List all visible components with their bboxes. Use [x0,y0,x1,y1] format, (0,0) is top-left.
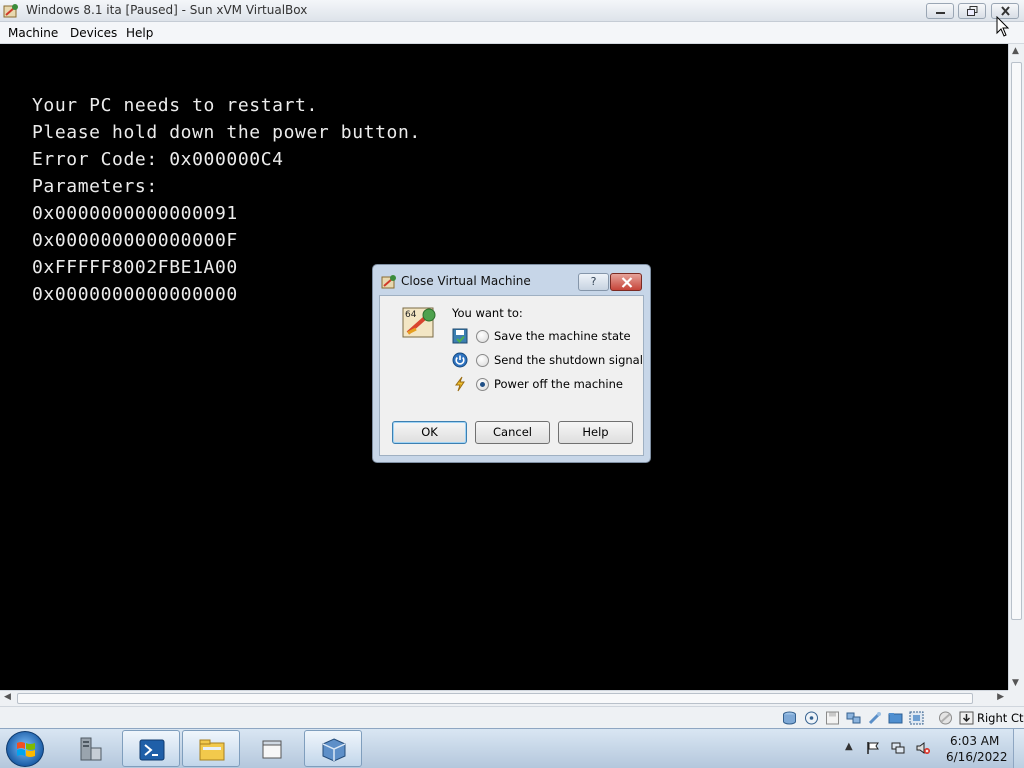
scroll-down-icon[interactable]: ▼ [1012,678,1019,688]
flag-icon[interactable] [866,741,880,755]
file-explorer-icon [199,739,225,761]
scroll-corner [1008,690,1024,706]
vertical-scrollbar[interactable]: ▲ ▼ [1008,44,1024,690]
close-icon [1001,6,1010,16]
horizontal-scrollbar[interactable]: ◀ ▶ [0,690,1008,706]
radio-save-state[interactable] [476,330,489,343]
menu-bar: Machine Devices Help [0,22,1024,44]
shared-folder-icon[interactable] [888,711,903,725]
virtualbox-64bit-icon: 64 [402,307,436,338]
vertical-scroll-thumb[interactable] [1011,62,1022,620]
window-title: Windows 8.1 ita [Paused] - Sun xVM Virtu… [26,3,308,17]
option-label: Save the machine state [494,329,631,343]
horizontal-scroll-thumb[interactable] [17,693,973,704]
vrdp-icon[interactable] [909,711,924,725]
dialog-title: Close Virtual Machine [401,274,531,288]
bsod-parameter: 0x0000000000000091 [32,203,238,224]
bsod-parameter: 0x000000000000000F [32,230,238,251]
bsod-error-code: Error Code: 0x000000C4 [32,149,284,170]
window-titlebar[interactable]: Windows 8.1 ita [Paused] - Sun xVM Virtu… [0,0,1024,22]
taskbar-virtualbox[interactable] [304,730,362,767]
save-state-icon [452,328,468,344]
bsod-parameter: 0xFFFFF8002FBE1A00 [32,257,238,278]
help-button[interactable]: Help [558,421,633,444]
menu-help[interactable]: Help [126,26,153,40]
start-button[interactable] [6,731,44,767]
menu-devices[interactable]: Devices [70,26,117,40]
taskbar: ▲ 6:03 AM 6/16/2022 [0,728,1024,768]
radio-power-off[interactable] [476,378,489,391]
bsod-line: Please hold down the power button. [32,122,421,143]
host-key-icon [959,711,974,725]
windows-logo-icon [17,742,35,757]
mouse-integration-icon[interactable] [938,711,953,725]
status-bar: Right Ctrl [0,706,1024,728]
close-vm-dialog: Close Virtual Machine ? 64 You want to: … [372,264,651,463]
virtualbox-dialog-icon [381,275,396,289]
bsod-text: Your PC needs to restart. Please hold dow… [32,92,421,308]
virtualbox-icon [322,738,346,762]
restore-button[interactable] [958,3,986,19]
restore-icon [967,6,978,16]
minimize-button[interactable] [926,3,954,19]
taskbar-powershell[interactable] [122,730,180,767]
option-label: Send the shutdown signal [494,353,643,367]
host-key-label: Right Ctrl [977,711,1024,725]
scroll-up-icon[interactable]: ▲ [1012,46,1019,56]
dialog-body: 64 You want to: Save the machine state S… [379,295,644,456]
lightning-icon [455,376,465,392]
option-label: Power off the machine [494,377,623,391]
network-tray-icon[interactable] [891,741,905,755]
close-icon [621,277,633,288]
clock-time[interactable]: 6:03 AM [950,734,999,748]
bsod-line: Your PC needs to restart. [32,95,318,116]
power-icon [452,352,468,368]
clock-date[interactable]: 6/16/2022 [946,750,1008,764]
floppy-icon[interactable] [825,711,840,725]
radio-shutdown-signal[interactable] [476,354,489,367]
usb-icon[interactable] [867,711,882,725]
folder-icon [262,740,282,759]
network-icon[interactable] [846,711,861,725]
minimize-icon [936,12,945,14]
show-desktop-button[interactable] [1013,729,1024,768]
menu-machine[interactable]: Machine [8,26,58,40]
virtualbox-app-icon [3,4,18,18]
taskbar-file-explorer[interactable] [182,730,240,767]
bsod-parameter: 0x0000000000000000 [32,284,238,305]
option-save-state[interactable]: Save the machine state [452,328,642,346]
taskbar-server-manager[interactable] [62,730,120,767]
option-power-off[interactable]: Power off the machine [452,376,642,394]
bsod-line: Parameters: [32,176,158,197]
hard-disk-icon[interactable] [782,711,797,725]
ok-button[interactable]: OK [392,421,467,444]
dialog-prompt: You want to: [452,306,523,320]
scroll-left-icon[interactable]: ◀ [4,692,11,702]
cd-icon[interactable] [804,711,819,725]
show-hidden-icons[interactable]: ▲ [845,741,859,755]
taskbar-folder[interactable] [244,730,302,767]
dialog-context-help-button[interactable]: ? [578,273,609,291]
powershell-icon [139,739,165,761]
svg-text:64: 64 [405,310,417,320]
server-manager-icon [80,737,102,761]
mouse-cursor-icon [996,16,1010,37]
scroll-right-icon[interactable]: ▶ [997,692,1004,702]
volume-muted-icon[interactable] [916,741,930,755]
dialog-close-button[interactable] [610,273,642,291]
cancel-button[interactable]: Cancel [475,421,550,444]
option-shutdown-signal[interactable]: Send the shutdown signal [452,352,643,370]
